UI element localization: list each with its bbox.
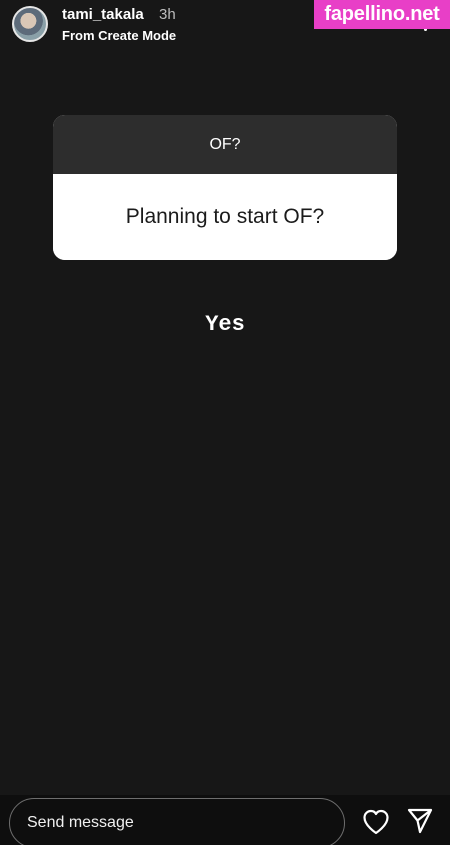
username[interactable]: tami_takala bbox=[62, 6, 144, 23]
watermark: fapellino.net bbox=[314, 0, 450, 29]
message-bar bbox=[0, 795, 450, 845]
story-view: tami_takala 3h From Create Mode fapellin… bbox=[0, 0, 450, 845]
post-time: 3h bbox=[159, 6, 176, 23]
heart-icon[interactable] bbox=[362, 809, 390, 835]
question-sticker: OF? Planning to start OF? bbox=[53, 115, 397, 260]
avatar[interactable] bbox=[12, 6, 48, 42]
answer-text: Yes bbox=[205, 312, 245, 337]
question-title: OF? bbox=[53, 115, 397, 174]
question-text: Planning to start OF? bbox=[53, 174, 397, 260]
send-icon[interactable] bbox=[406, 807, 434, 835]
story-subtitle: From Create Mode bbox=[62, 28, 177, 43]
send-message-input[interactable] bbox=[9, 798, 345, 845]
